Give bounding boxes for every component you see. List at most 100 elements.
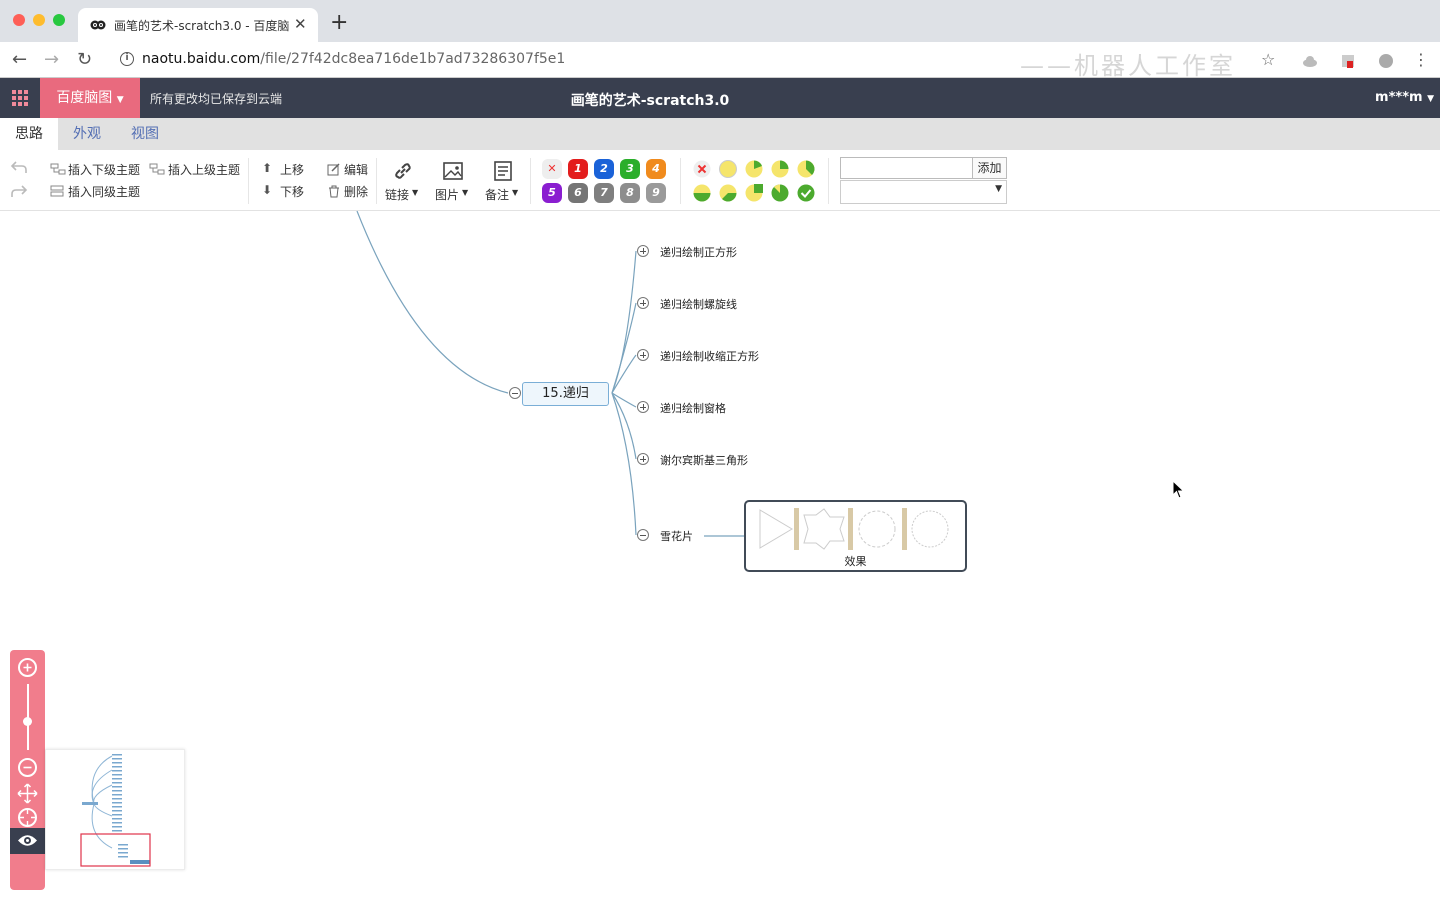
main-topic-node[interactable]: 15.递归 xyxy=(522,382,609,406)
collapse-toggle[interactable] xyxy=(637,529,649,541)
insert-child-icon xyxy=(50,163,66,175)
reload-icon[interactable]: ↻ xyxy=(77,49,92,70)
toolbar-divider xyxy=(530,158,531,204)
insert-sibling-button[interactable]: 插入同级主题 xyxy=(68,183,140,200)
browser-tab[interactable]: 画笔的艺术-scratch3.0 - 百度脑图 ✕ xyxy=(78,8,318,42)
maximize-window-button[interactable] xyxy=(53,14,65,26)
caret-down-icon: ▼ xyxy=(995,184,1002,194)
minimize-window-button[interactable] xyxy=(33,14,45,26)
toolbar-divider xyxy=(828,158,829,204)
tab-title: 画笔的艺术-scratch3.0 - 百度脑图 xyxy=(114,19,289,33)
site-info-icon[interactable]: i xyxy=(120,52,134,66)
insert-child-button[interactable]: 插入下级主题 xyxy=(68,161,140,178)
child-node[interactable]: 谢尔宾斯基三角形 xyxy=(660,452,748,468)
zoom-panel xyxy=(10,650,45,890)
toolbar-divider xyxy=(248,158,249,204)
user-menu[interactable]: m***m ▼ xyxy=(1375,90,1434,105)
progress-6-icon[interactable] xyxy=(745,184,763,202)
minimap[interactable] xyxy=(45,749,185,870)
expand-toggle[interactable] xyxy=(637,453,649,465)
priority-8-icon[interactable]: 8 xyxy=(620,183,640,203)
priority-4-icon[interactable]: 4 xyxy=(646,159,666,179)
toolbar-divider xyxy=(680,158,681,204)
progress-5-icon[interactable] xyxy=(719,184,737,202)
expand-toggle[interactable] xyxy=(637,401,649,413)
extension-red-icon[interactable] xyxy=(1340,53,1356,69)
collapse-toggle[interactable] xyxy=(509,387,521,399)
child-node[interactable]: 雪花片 xyxy=(660,528,693,544)
progress-1-icon[interactable] xyxy=(745,160,763,178)
insert-parent-button[interactable]: 插入上级主题 xyxy=(168,161,240,178)
priority-1-icon[interactable]: 1 xyxy=(568,159,588,179)
arrow-up-icon: ⬆ xyxy=(262,161,273,175)
edit-pencil-icon xyxy=(327,163,340,176)
priority-6-icon[interactable]: 6 xyxy=(568,183,588,203)
close-window-button[interactable] xyxy=(13,14,25,26)
child-node[interactable]: 递归绘制正方形 xyxy=(660,244,737,260)
minimap-preview xyxy=(80,754,151,867)
caret-down-icon: ▼ xyxy=(462,188,469,197)
zoom-slider-handle[interactable] xyxy=(23,717,32,726)
insert-parent-icon xyxy=(149,163,165,175)
minimap-toggle-button[interactable] xyxy=(10,828,45,854)
progress-0-icon[interactable] xyxy=(719,160,737,178)
expand-toggle[interactable] xyxy=(637,349,649,361)
caret-down-icon: ▼ xyxy=(412,188,419,197)
tab-appearance[interactable]: 外观 xyxy=(58,118,116,150)
progress-3-icon[interactable] xyxy=(797,160,815,178)
priority-2-icon[interactable]: 2 xyxy=(594,159,614,179)
mindmap-canvas[interactable]: 递归绘制正方形 递归绘制螺旋线 递归绘制收缩正方形 递归绘制窗格 谢尔宾斯基三角… xyxy=(0,211,1440,900)
new-tab-icon[interactable]: + xyxy=(330,10,348,35)
zoom-in-icon[interactable] xyxy=(18,658,37,677)
priority-7-icon[interactable]: 7 xyxy=(594,183,614,203)
tab-view[interactable]: 视图 xyxy=(116,118,174,150)
priority-5-icon[interactable]: 5 xyxy=(542,183,562,203)
expand-toggle[interactable] xyxy=(637,297,649,309)
forward-arrow-icon[interactable]: → xyxy=(44,49,59,70)
redo-icon[interactable] xyxy=(10,184,28,198)
browser-menu-icon[interactable]: ⋮ xyxy=(1413,50,1429,69)
zoom-out-icon[interactable] xyxy=(18,758,37,777)
undo-icon[interactable] xyxy=(10,160,28,174)
bookmark-star-icon[interactable]: ☆ xyxy=(1261,50,1275,69)
progress-done-icon[interactable] xyxy=(797,184,815,202)
image-icon xyxy=(443,162,463,180)
remove-progress-icon[interactable] xyxy=(693,160,711,178)
trash-icon xyxy=(329,185,339,198)
document-title: 画笔的艺术-scratch3.0 xyxy=(570,93,730,109)
mouse-cursor-icon xyxy=(1172,480,1185,499)
progress-4-icon[interactable] xyxy=(693,184,711,202)
menu-tabs: 思路 外观 视图 xyxy=(0,118,1440,150)
delete-button[interactable]: 删除 xyxy=(344,183,368,200)
note-icon xyxy=(494,161,512,181)
editor-toolbar: 插入下级主题 插入上级主题 插入同级主题 ⬆ 上移 ⬇ 下移 编辑 删除 链接 … xyxy=(0,150,1440,211)
progress-7-icon[interactable] xyxy=(771,184,789,202)
expand-toggle[interactable] xyxy=(637,245,649,257)
image-node[interactable]: 效果 xyxy=(744,500,967,572)
extension-cloud-icon[interactable] xyxy=(1302,53,1318,69)
move-hand-icon[interactable] xyxy=(17,783,38,804)
child-node[interactable]: 递归绘制螺旋线 xyxy=(660,296,737,312)
remove-priority-icon[interactable]: ✕ xyxy=(542,159,562,179)
priority-9-icon[interactable]: 9 xyxy=(646,183,666,203)
locate-root-icon[interactable] xyxy=(18,808,37,827)
extension-gray-icon[interactable] xyxy=(1378,53,1394,69)
priority-3-icon[interactable]: 3 xyxy=(620,159,640,179)
back-arrow-icon[interactable]: ← xyxy=(12,49,27,70)
close-tab-icon[interactable]: ✕ xyxy=(294,15,307,33)
mindmap-edges xyxy=(356,211,744,537)
child-node[interactable]: 递归绘制窗格 xyxy=(660,400,726,416)
caret-down-icon: ▼ xyxy=(1427,94,1434,104)
tag-input[interactable] xyxy=(840,157,973,179)
tag-select[interactable]: ▼ xyxy=(840,180,1007,204)
tab-idea[interactable]: 思路 xyxy=(0,118,58,150)
watermark-text: ——机器人工作室 xyxy=(1020,52,1236,80)
move-up-button[interactable]: 上移 xyxy=(280,161,304,178)
edit-button[interactable]: 编辑 xyxy=(344,161,368,178)
progress-2-icon[interactable] xyxy=(771,160,789,178)
move-down-button[interactable]: 下移 xyxy=(280,183,304,200)
app-header: 百度脑图 ▼ 所有更改均已保存到云端 画笔的艺术-scratch3.0 m***… xyxy=(0,78,1440,118)
caret-down-icon: ▼ xyxy=(512,188,519,197)
tag-add-button[interactable]: 添加 xyxy=(973,157,1007,179)
child-node[interactable]: 递归绘制收缩正方形 xyxy=(660,348,759,364)
